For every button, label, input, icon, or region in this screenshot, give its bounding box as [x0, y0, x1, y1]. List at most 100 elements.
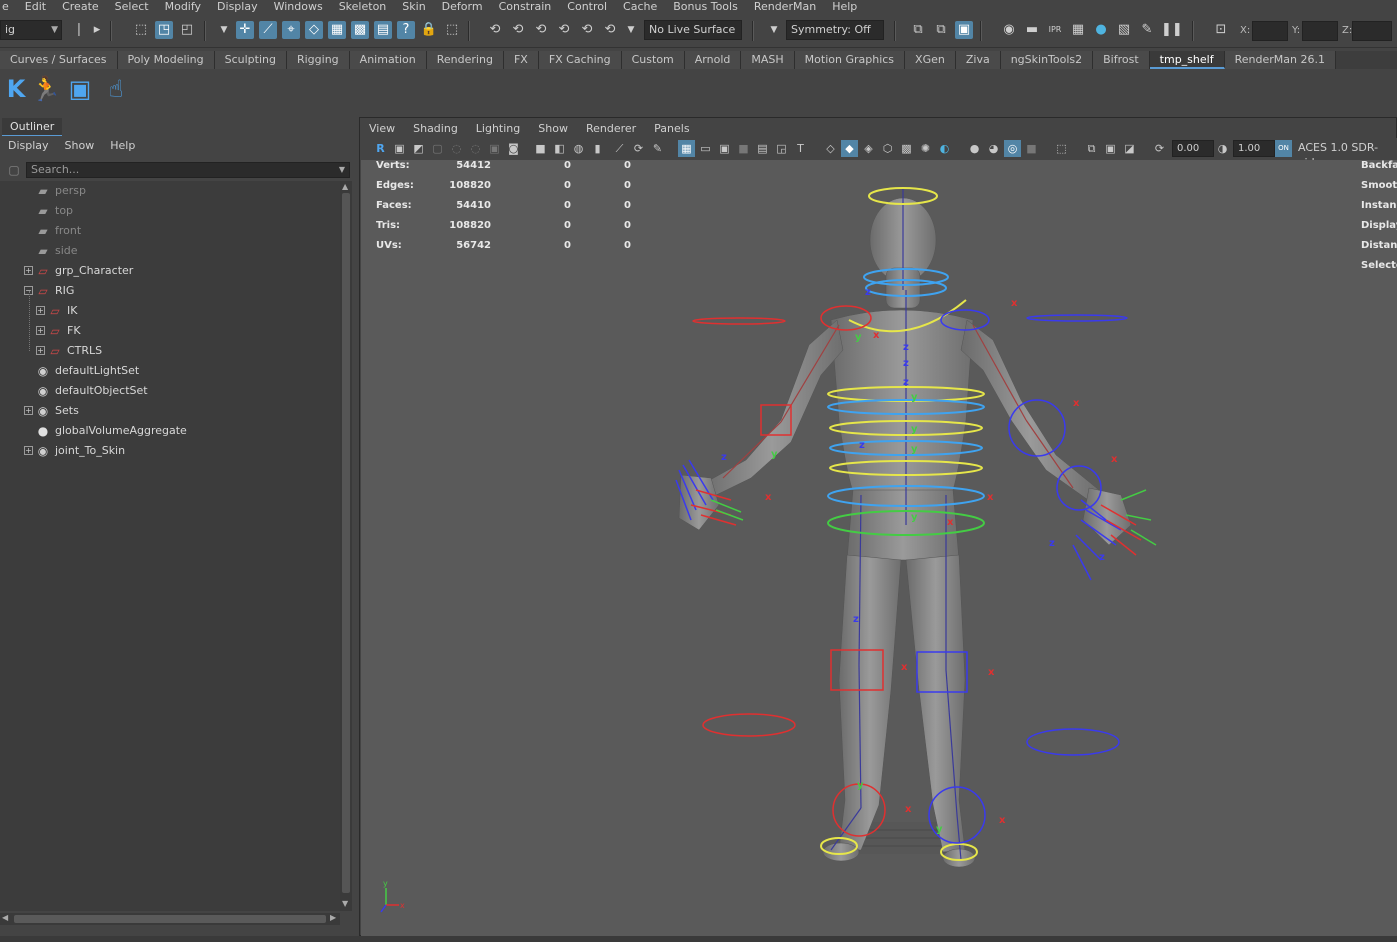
motion-blur-icon[interactable]: ◕ — [985, 140, 1002, 157]
outliner-item[interactable]: ▰ top — [0, 201, 340, 221]
render-view-icon[interactable]: ▤ — [374, 21, 392, 39]
wireframe-icon[interactable]: ◇ — [822, 140, 839, 157]
hypershade-icon[interactable]: ● — [1092, 21, 1110, 39]
y-field[interactable] — [1302, 21, 1338, 41]
eye-icon[interactable]: ◉ — [1000, 21, 1018, 39]
menu-item[interactable]: Deform — [434, 1, 491, 13]
exposure-icon[interactable]: ⟳ — [1151, 140, 1168, 157]
outliner-menu-item[interactable]: Show — [57, 137, 103, 155]
shelf-tab[interactable]: ngSkinTools2 — [1000, 51, 1094, 69]
symmetry-dropdown[interactable]: Symmetry: Off — [786, 20, 884, 40]
menu-item[interactable]: RenderMan — [746, 1, 824, 13]
menu-item[interactable]: Skeleton — [331, 1, 395, 13]
character-mesh[interactable] — [678, 197, 1132, 868]
ambient-occlusion-icon[interactable]: ● — [966, 140, 983, 157]
shelf-tab[interactable]: tmp_shelf — [1149, 51, 1225, 69]
shelf-tab[interactable]: Bifrost — [1093, 51, 1150, 69]
gate-mask-icon[interactable]: ◍ — [570, 140, 587, 157]
live-surface-field[interactable]: No Live Surface — [644, 20, 742, 40]
gate-icon[interactable]: ■ — [735, 140, 752, 157]
outliner-item[interactable]: + ▱ grp_Character — [0, 261, 340, 281]
collapse-icon[interactable]: ❘ — [70, 21, 88, 39]
outliner-item[interactable]: ◉ defaultObjectSet — [0, 381, 340, 401]
shelf-tab[interactable]: RenderMan 26.1 — [1224, 51, 1336, 69]
expand-icon[interactable]: + — [36, 326, 45, 335]
menu-set-dropdown[interactable]: ig ▼ — [0, 20, 62, 40]
viewport-menu-item[interactable]: Shading — [404, 118, 467, 138]
shelf-tab[interactable]: XGen — [905, 51, 956, 69]
shelf-tab[interactable]: Animation — [349, 51, 427, 69]
z-field[interactable] — [1352, 21, 1392, 41]
image-plane-icon[interactable]: ▢ — [429, 140, 446, 157]
lights-icon[interactable]: ▩ — [898, 140, 915, 157]
scroll-right-icon[interactable]: ▶ — [330, 913, 336, 922]
lock-icon[interactable]: 🔒 — [420, 21, 438, 39]
lasso-icon[interactable]: ⟲ — [532, 21, 550, 39]
outliner-item[interactable]: ▰ persp — [0, 181, 340, 201]
viewport-menu-item[interactable]: Panels — [645, 118, 698, 138]
film-gate-toggle-icon[interactable]: ▭ — [697, 140, 714, 157]
pause-icon[interactable]: ❚❚ — [1161, 21, 1183, 39]
shelf-tab[interactable]: Motion Graphics — [794, 51, 906, 69]
select-object-icon[interactable]: ◳ — [155, 21, 173, 39]
menu-item[interactable]: Select — [107, 1, 157, 13]
shelf-tab[interactable]: MASH — [741, 51, 795, 69]
select-hierarchy-icon[interactable]: ⬚ — [132, 21, 150, 39]
snap-surface-icon[interactable]: ▦ — [328, 21, 346, 39]
scroll-up-icon[interactable]: ▲ — [342, 182, 348, 191]
camera-icon[interactable]: ◙ — [505, 140, 522, 157]
light-bulb-icon[interactable]: ✺ — [917, 140, 934, 157]
menu-item[interactable]: Display — [209, 1, 266, 13]
menu-item[interactable]: Skin — [394, 1, 433, 13]
render-frame-icon[interactable]: ⧉ — [909, 21, 927, 39]
menu-item[interactable]: Windows — [266, 1, 331, 13]
render-settings-icon[interactable]: ▦ — [1069, 21, 1087, 39]
lasso-icon[interactable]: ⟲ — [509, 21, 527, 39]
shelf-tab[interactable]: Rigging — [286, 51, 350, 69]
shelf-tab[interactable]: Arnold — [684, 51, 742, 69]
light-editor-icon[interactable]: ▧ — [1115, 21, 1133, 39]
menu-item[interactable]: Edit — [17, 1, 54, 13]
3d-viewport[interactable]: Verts: 54412 0 0 Edges: 108820 0 0 Faces: 54410 0 0… — [361, 160, 1397, 936]
expand-icon[interactable]: + — [24, 446, 33, 455]
anti-aliasing-icon[interactable]: ◎ — [1004, 140, 1021, 157]
make-live-icon[interactable]: ▩ — [351, 21, 369, 39]
snap-curve-icon[interactable]: ⟋ — [259, 21, 277, 39]
transform-field-icon[interactable]: ⊡ — [1212, 21, 1230, 39]
scroll-left-icon[interactable]: ◀ — [2, 913, 8, 922]
depth-of-field-icon[interactable]: ■ — [1023, 140, 1040, 157]
viewport-menu-item[interactable]: View — [360, 118, 404, 138]
outliner-item[interactable]: + ▱ IK — [0, 301, 340, 321]
render-settings-icon[interactable]: ▣ — [955, 21, 973, 39]
scroll-thumb[interactable] — [342, 193, 350, 893]
gamma-icon[interactable]: ◑ — [1214, 140, 1231, 157]
character-rig-scene[interactable]: z z z z z y y y y x x x x x x x x x x x — [361, 160, 1397, 936]
viewport-menu-item[interactable]: Show — [529, 118, 577, 138]
resolution-gate-icon[interactable]: ◧ — [551, 140, 568, 157]
grid-icon[interactable]: ▣ — [486, 140, 503, 157]
snap-view-plane-icon[interactable]: ◇ — [305, 21, 323, 39]
shelf-tab[interactable]: FX — [503, 51, 539, 69]
gamma-field[interactable]: 1.00 — [1233, 140, 1275, 157]
menu-item[interactable]: Bonus Tools — [665, 1, 746, 13]
lasso-icon[interactable]: ⟲ — [555, 21, 573, 39]
bookmark-icon[interactable]: ◩ — [410, 140, 427, 157]
safe-title-icon[interactable]: ⟳ — [630, 140, 647, 157]
shelf-tab[interactable]: Ziva — [955, 51, 1001, 69]
camera-attributes-icon[interactable]: ▣ — [391, 140, 408, 157]
snap-grid-icon[interactable]: ✛ — [236, 21, 254, 39]
help-icon[interactable]: ? — [397, 21, 415, 39]
shade-wireframe-icon[interactable]: ◈ — [860, 140, 877, 157]
exposure-field[interactable]: 0.00 — [1172, 140, 1214, 157]
outliner-item[interactable]: + ◉ joint_To_Skin — [0, 441, 340, 461]
viewport-menu-item[interactable]: Renderer — [577, 118, 645, 138]
shadows-icon[interactable]: ◐ — [936, 140, 953, 157]
outliner-menu-item[interactable]: Help — [102, 137, 143, 155]
horizontal-scrollbar[interactable]: ◀ ▶ — [0, 913, 340, 925]
xray-icon[interactable]: ⧉ — [1083, 140, 1100, 157]
menu-item[interactable]: Control — [559, 1, 615, 13]
menu-item[interactable]: Constrain — [491, 1, 560, 13]
shelf-tab[interactable]: Poly Modeling — [117, 51, 215, 69]
outliner-item[interactable]: ● globalVolumeAggregate — [0, 421, 340, 441]
film-gate-icon[interactable]: ■ — [532, 140, 549, 157]
